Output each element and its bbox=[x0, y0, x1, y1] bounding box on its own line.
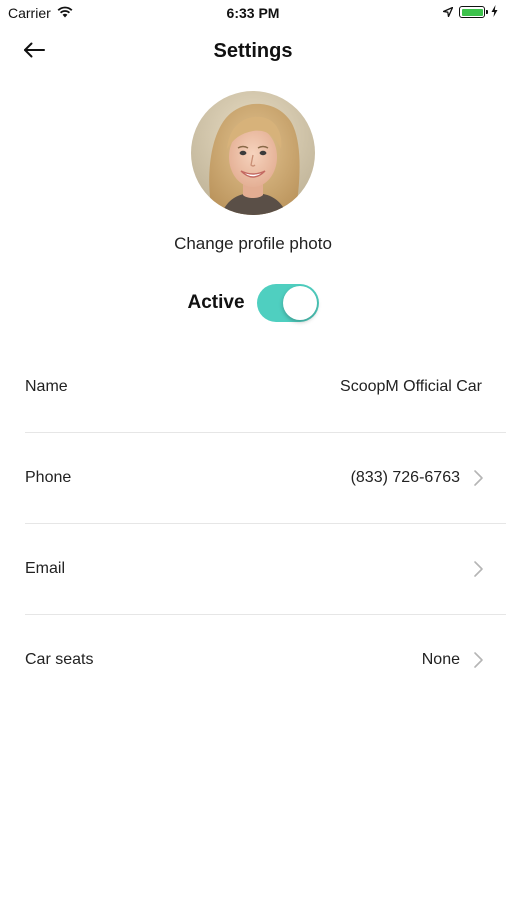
chevron-right-icon bbox=[472, 469, 484, 487]
status-bar: Carrier 6:33 PM bbox=[0, 0, 506, 26]
battery-icon bbox=[459, 6, 488, 18]
profile-photo bbox=[191, 91, 315, 215]
toggle-knob bbox=[282, 286, 317, 320]
chevron-right-icon bbox=[472, 560, 484, 578]
charging-bolt-icon bbox=[491, 4, 498, 20]
row-label: Name bbox=[25, 378, 68, 395]
status-time: 6:33 PM bbox=[226, 5, 280, 21]
row-label: Phone bbox=[25, 469, 72, 486]
row-value: ScoopM Official Car bbox=[340, 378, 482, 395]
row-label: Email bbox=[25, 560, 66, 577]
active-toggle[interactable] bbox=[256, 284, 319, 322]
row-value: None bbox=[421, 651, 460, 668]
navigation-bar: Settings bbox=[0, 30, 506, 74]
page-title: Settings bbox=[213, 40, 293, 62]
row-label: Car seats bbox=[25, 651, 94, 668]
change-profile-photo-link[interactable]: Change profile photo bbox=[0, 234, 506, 254]
active-label: Active bbox=[187, 292, 245, 313]
chevron-right-icon bbox=[472, 651, 484, 669]
battery-level bbox=[461, 8, 483, 16]
row-car-seats[interactable]: Car seats None bbox=[0, 615, 506, 706]
profile-avatar[interactable] bbox=[191, 91, 315, 215]
row-name[interactable]: Name ScoopM Official Car bbox=[0, 342, 506, 433]
active-row: Active bbox=[0, 283, 506, 323]
row-value: (833) 726-6763 bbox=[350, 469, 460, 486]
row-phone[interactable]: Phone (833) 726-6763 bbox=[0, 433, 506, 524]
status-right bbox=[442, 4, 498, 20]
settings-list: Name ScoopM Official Car Phone (833) 726… bbox=[0, 342, 506, 706]
row-email[interactable]: Email bbox=[0, 524, 506, 615]
location-arrow-icon bbox=[442, 4, 454, 20]
